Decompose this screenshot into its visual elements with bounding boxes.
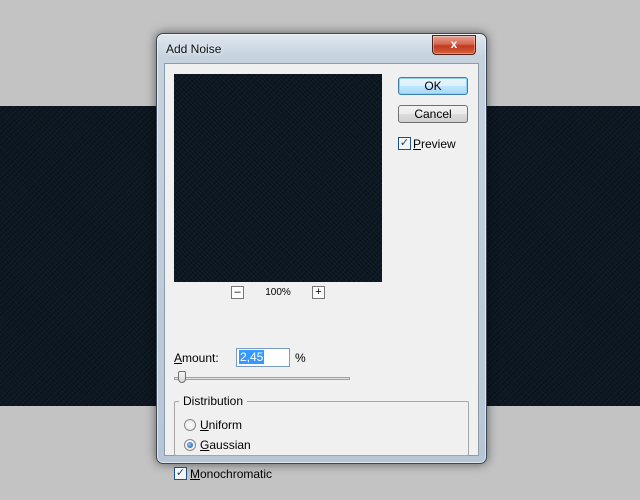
monochromatic-checkbox[interactable]: ✓ (174, 467, 187, 480)
dialog-client-area: – 100% + OK Cancel ✓ Preview Amount: 2,4… (164, 63, 479, 481)
amount-slider-thumb[interactable] (178, 371, 186, 383)
dialog-title: Add Noise (166, 42, 222, 56)
amount-input[interactable]: 2,45 (236, 348, 290, 367)
zoom-out-button[interactable]: – (231, 286, 244, 299)
checkmark-icon: ✓ (175, 467, 186, 479)
amount-label: Amount: (174, 351, 219, 365)
title-bar[interactable]: Add Noise x (157, 34, 486, 62)
preview-image[interactable] (174, 74, 382, 282)
cancel-button[interactable]: Cancel (398, 105, 468, 123)
amount-value: 2,45 (239, 350, 265, 364)
ok-button[interactable]: OK (398, 77, 468, 95)
zoom-level: 100% (265, 287, 291, 298)
minus-icon: – (234, 286, 241, 298)
zoom-in-button[interactable]: + (312, 286, 325, 299)
amount-unit: % (295, 351, 306, 365)
preview-label: Preview (413, 137, 456, 151)
amount-slider-track[interactable] (174, 377, 350, 380)
gaussian-radio[interactable] (184, 439, 196, 451)
plus-icon: + (315, 286, 322, 298)
close-icon: x (450, 37, 458, 51)
uniform-label: Uniform (200, 418, 243, 432)
monochromatic-label: Monochromatic (190, 467, 273, 481)
add-noise-dialog: Add Noise x – 100% + OK Cancel ✓ Preview… (156, 33, 487, 481)
distribution-legend: Distribution (179, 394, 248, 408)
close-button[interactable]: x (432, 35, 476, 55)
gaussian-label: Gaussian (200, 438, 251, 452)
uniform-radio[interactable] (184, 419, 196, 431)
checkmark-icon: ✓ (399, 137, 410, 149)
preview-checkbox[interactable]: ✓ (398, 137, 411, 150)
